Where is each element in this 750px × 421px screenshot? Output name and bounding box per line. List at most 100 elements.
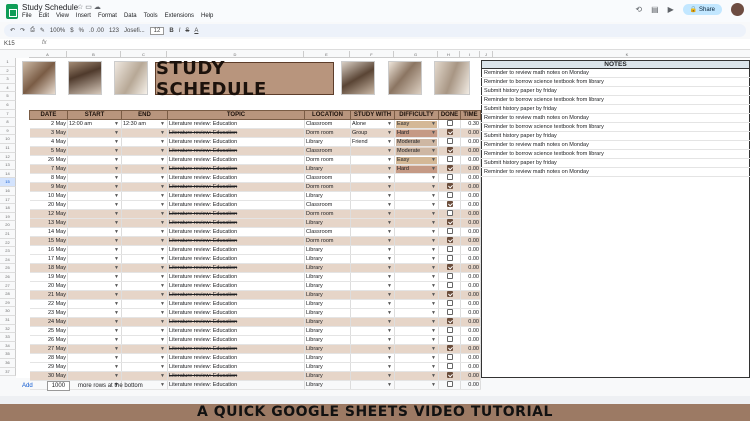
- end-cell[interactable]: ▼: [121, 335, 168, 345]
- date-cell[interactable]: 7 May: [29, 164, 68, 174]
- topic-cell[interactable]: Literature review: Education: [167, 155, 305, 165]
- row-header[interactable]: 36: [0, 359, 16, 368]
- done-checkbox[interactable]: [446, 291, 453, 298]
- decimal-buttons[interactable]: .0 .00: [89, 28, 104, 34]
- dropdown-caret-icon[interactable]: ▼: [431, 165, 436, 173]
- location-cell[interactable]: Library: [304, 281, 351, 291]
- date-cell[interactable]: 23 May: [29, 308, 68, 318]
- dropdown-caret-icon[interactable]: ▼: [114, 291, 119, 299]
- date-cell[interactable]: 29 May: [29, 362, 68, 372]
- row-header[interactable]: 18: [0, 204, 16, 213]
- italic-button[interactable]: I: [179, 28, 181, 34]
- date-cell[interactable]: 5 May: [29, 146, 68, 156]
- dropdown-caret-icon[interactable]: ▼: [431, 273, 436, 281]
- dropdown-caret-icon[interactable]: ▼: [160, 228, 165, 236]
- dropdown-caret-icon[interactable]: ▼: [114, 372, 119, 380]
- dropdown-caret-icon[interactable]: ▼: [114, 354, 119, 362]
- time-cell[interactable]: 0.00: [460, 362, 481, 372]
- time-cell[interactable]: 0.00: [460, 236, 481, 246]
- time-cell[interactable]: 0.00: [460, 137, 481, 147]
- difficulty-cell[interactable]: ▼: [394, 344, 439, 354]
- row-header[interactable]: 22: [0, 238, 16, 248]
- dropdown-caret-icon[interactable]: ▼: [387, 147, 392, 155]
- start-cell[interactable]: ▼: [67, 209, 122, 219]
- start-cell[interactable]: ▼: [67, 218, 122, 228]
- location-cell[interactable]: Classroom: [304, 146, 351, 156]
- study-with-cell[interactable]: ▼: [350, 182, 395, 192]
- difficulty-cell[interactable]: ▼: [394, 182, 439, 192]
- note-item[interactable]: Submit history paper by friday: [481, 104, 750, 114]
- dropdown-caret-icon[interactable]: ▼: [160, 372, 165, 380]
- done-checkbox[interactable]: [446, 183, 453, 190]
- dropdown-caret-icon[interactable]: ▼: [431, 300, 436, 308]
- date-cell[interactable]: 15 May: [29, 236, 68, 246]
- row-header[interactable]: 12: [0, 152, 16, 162]
- time-cell[interactable]: 0.00: [460, 380, 481, 390]
- done-checkbox[interactable]: [446, 327, 453, 334]
- row-header[interactable]: 27: [0, 281, 16, 291]
- dropdown-caret-icon[interactable]: ▼: [114, 228, 119, 236]
- dropdown-caret-icon[interactable]: ▼: [431, 372, 436, 380]
- dropdown-caret-icon[interactable]: ▼: [431, 138, 436, 146]
- location-cell[interactable]: Library: [304, 380, 351, 390]
- done-checkbox[interactable]: [446, 120, 453, 127]
- dropdown-caret-icon[interactable]: ▼: [114, 264, 119, 272]
- start-cell[interactable]: ▼: [67, 299, 122, 309]
- start-cell[interactable]: ▼: [67, 146, 122, 156]
- note-item[interactable]: Reminder to borrow science textbook from…: [481, 95, 750, 105]
- location-cell[interactable]: Dorm room: [304, 155, 351, 165]
- topic-cell[interactable]: Literature review: Education: [167, 173, 305, 183]
- topic-cell[interactable]: Literature review: Education: [167, 200, 305, 210]
- done-checkbox[interactable]: [446, 129, 453, 136]
- date-cell[interactable]: 20 May: [29, 200, 68, 210]
- done-checkbox[interactable]: [446, 282, 453, 289]
- dropdown-caret-icon[interactable]: ▼: [160, 147, 165, 155]
- note-item[interactable]: Reminder to review math notes on Monday: [481, 113, 750, 123]
- percent-button[interactable]: %: [79, 28, 84, 34]
- row-header[interactable]: 2: [0, 66, 16, 76]
- dropdown-caret-icon[interactable]: ▼: [160, 264, 165, 272]
- dropdown-caret-icon[interactable]: ▼: [114, 129, 119, 137]
- column-header-h[interactable]: H: [438, 51, 460, 58]
- row-header[interactable]: 31: [0, 316, 16, 325]
- topic-cell[interactable]: Literature review: Education: [167, 344, 305, 354]
- dropdown-caret-icon[interactable]: ▼: [387, 363, 392, 371]
- end-cell[interactable]: ▼: [121, 362, 168, 372]
- dropdown-caret-icon[interactable]: ▼: [431, 354, 436, 362]
- done-checkbox[interactable]: [446, 273, 453, 280]
- time-cell[interactable]: 0.00: [460, 209, 481, 219]
- dropdown-caret-icon[interactable]: ▼: [114, 300, 119, 308]
- location-cell[interactable]: Library: [304, 371, 351, 381]
- date-cell[interactable]: 26 May: [29, 155, 68, 165]
- date-cell[interactable]: 25 May: [29, 326, 68, 336]
- menu-insert[interactable]: Insert: [76, 13, 91, 19]
- start-cell[interactable]: ▼: [67, 317, 122, 327]
- difficulty-cell[interactable]: ▼: [394, 362, 439, 372]
- dropdown-caret-icon[interactable]: ▼: [431, 318, 436, 326]
- dropdown-caret-icon[interactable]: ▼: [160, 309, 165, 317]
- location-cell[interactable]: Library: [304, 335, 351, 345]
- menu-help[interactable]: Help: [201, 13, 213, 19]
- time-cell[interactable]: 0.00: [460, 317, 481, 327]
- dropdown-caret-icon[interactable]: ▼: [431, 309, 436, 317]
- menu-edit[interactable]: Edit: [39, 13, 49, 19]
- dropdown-caret-icon[interactable]: ▼: [160, 165, 165, 173]
- row-header[interactable]: 7: [0, 109, 16, 119]
- dropdown-caret-icon[interactable]: ▼: [387, 381, 392, 389]
- menu-format[interactable]: Format: [98, 13, 117, 19]
- end-cell[interactable]: 12:30 am ▼: [121, 119, 168, 129]
- dropdown-caret-icon[interactable]: ▼: [431, 210, 436, 218]
- study-with-cell[interactable]: ▼: [350, 146, 395, 156]
- topic-cell[interactable]: Literature review: Education: [167, 254, 305, 264]
- time-cell[interactable]: 0.00: [460, 164, 481, 174]
- start-cell[interactable]: ▼: [67, 254, 122, 264]
- cloud-icon[interactable]: ☁: [94, 4, 103, 11]
- row-header[interactable]: 23: [0, 247, 16, 256]
- study-with-cell[interactable]: ▼: [350, 371, 395, 381]
- menu-file[interactable]: File: [22, 13, 32, 19]
- study-with-cell[interactable]: Alone ▼: [350, 119, 395, 129]
- time-cell[interactable]: 0.00: [460, 218, 481, 228]
- text-color-button[interactable]: A: [194, 28, 198, 34]
- dropdown-caret-icon[interactable]: ▼: [431, 201, 436, 209]
- location-cell[interactable]: Library: [304, 362, 351, 372]
